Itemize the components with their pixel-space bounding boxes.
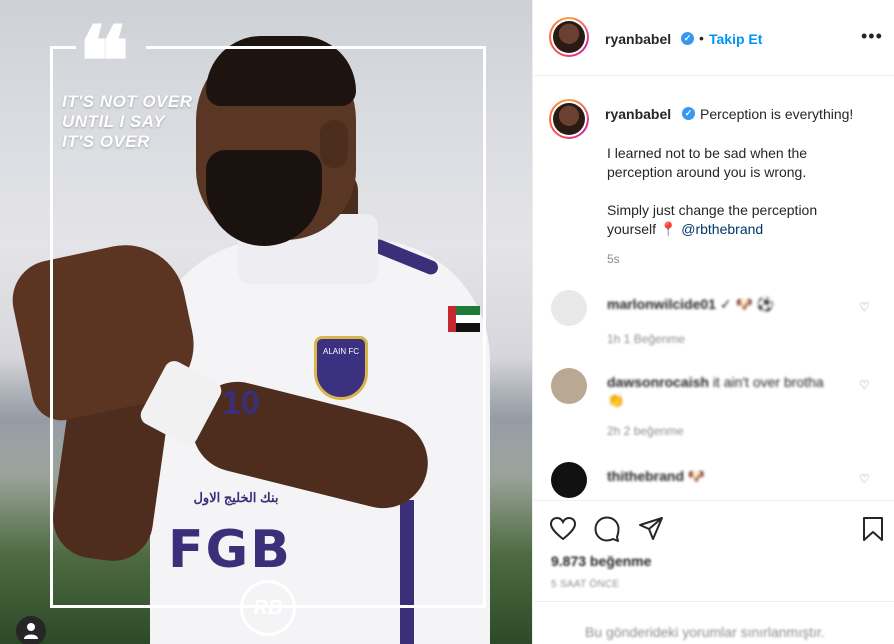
- post-header: ryanbabel ✓ • Takip Et •••: [533, 0, 894, 76]
- user-tag-button[interactable]: [16, 616, 46, 644]
- caption-text: yourself: [607, 221, 657, 237]
- quote-mark-icon: ❝: [78, 5, 130, 118]
- quote-line: IT'S OVER: [62, 132, 150, 151]
- comment-text: dawsonrocaish it ain't over brotha: [607, 374, 824, 390]
- mention-link[interactable]: @rbthebrand: [681, 221, 763, 237]
- brand-logo: RB: [240, 580, 296, 636]
- heart-icon[interactable]: ♡: [859, 378, 870, 392]
- heart-icon[interactable]: ♡: [859, 300, 870, 314]
- comment-body: it ain't over brotha: [712, 374, 824, 390]
- heart-icon[interactable]: [549, 515, 577, 543]
- avatar[interactable]: [549, 99, 589, 139]
- post-date[interactable]: 5 SAAT ÖNCE: [551, 579, 620, 590]
- caption-username[interactable]: ryanbabel: [605, 106, 671, 122]
- comment-meta[interactable]: 2h 2 beğenme: [607, 424, 684, 438]
- comment-text: marlonwilcide01 ✓ 🐶 ⚽: [607, 296, 774, 313]
- caption-line-last: yourself 📍 @rbthebrand: [607, 220, 763, 239]
- comment-username[interactable]: thithebrand: [607, 468, 684, 484]
- avatar[interactable]: [551, 462, 587, 498]
- heart-icon[interactable]: ♡: [859, 472, 870, 486]
- post-sidebar: ryanbabel ✓ • Takip Et ••• ryanbabel ✓ P…: [532, 0, 894, 644]
- comment-area-inner: Bu gönderideki yorumlar sınırlanmıştır.: [533, 600, 894, 644]
- comment-meta[interactable]: 1h 1 Beğenme: [607, 332, 685, 346]
- likes-count[interactable]: 9.873 beğenme: [551, 553, 651, 569]
- caption-first-line: Perception is everything!: [700, 106, 854, 122]
- bookmark-icon[interactable]: [859, 515, 887, 543]
- avatar[interactable]: [549, 17, 589, 57]
- share-icon[interactable]: [637, 515, 665, 543]
- caption-line: I learned not to be sad when the: [607, 145, 808, 161]
- avatar[interactable]: [551, 368, 587, 404]
- comment-username[interactable]: dawsonrocaish: [607, 374, 709, 390]
- caption-line: Simply just change the perception: [607, 202, 818, 218]
- post-image[interactable]: 10 ALAIN FC بنك الخليج الاول FGB ❝ IT'S …: [0, 0, 532, 644]
- verified-badge-icon: ✓: [682, 107, 695, 120]
- user-tag-icon: [24, 623, 38, 639]
- verified-badge-icon: ✓: [681, 32, 694, 45]
- comment-body: 🐶: [687, 468, 706, 484]
- separator-dot: •: [699, 30, 704, 46]
- avatar[interactable]: [551, 290, 587, 326]
- caption-line: perception around you is wrong.: [607, 164, 807, 180]
- quote-line: UNTIL I SAY: [62, 112, 166, 131]
- comment-text-cont: 👏: [607, 392, 625, 408]
- comment-icon[interactable]: [593, 515, 621, 543]
- comment-username[interactable]: marlonwilcide01: [607, 296, 716, 312]
- pin-icon: 📍: [659, 221, 678, 237]
- follow-button[interactable]: Takip Et: [709, 31, 762, 47]
- quote-line: IT'S NOT OVER: [62, 92, 193, 111]
- caption-time: 5s: [607, 252, 620, 266]
- username-link[interactable]: ryanbabel: [605, 31, 671, 47]
- more-options-icon[interactable]: •••: [861, 26, 883, 47]
- comment-body: ✓ 🐶 ⚽: [719, 296, 775, 312]
- quote-text: IT'S NOT OVER UNTIL I SAY IT'S OVER: [62, 92, 222, 152]
- comment-restricted-notice: Bu gönderideki yorumlar sınırlanmıştır.: [585, 624, 825, 640]
- comment-text: thithebrand 🐶: [607, 468, 705, 485]
